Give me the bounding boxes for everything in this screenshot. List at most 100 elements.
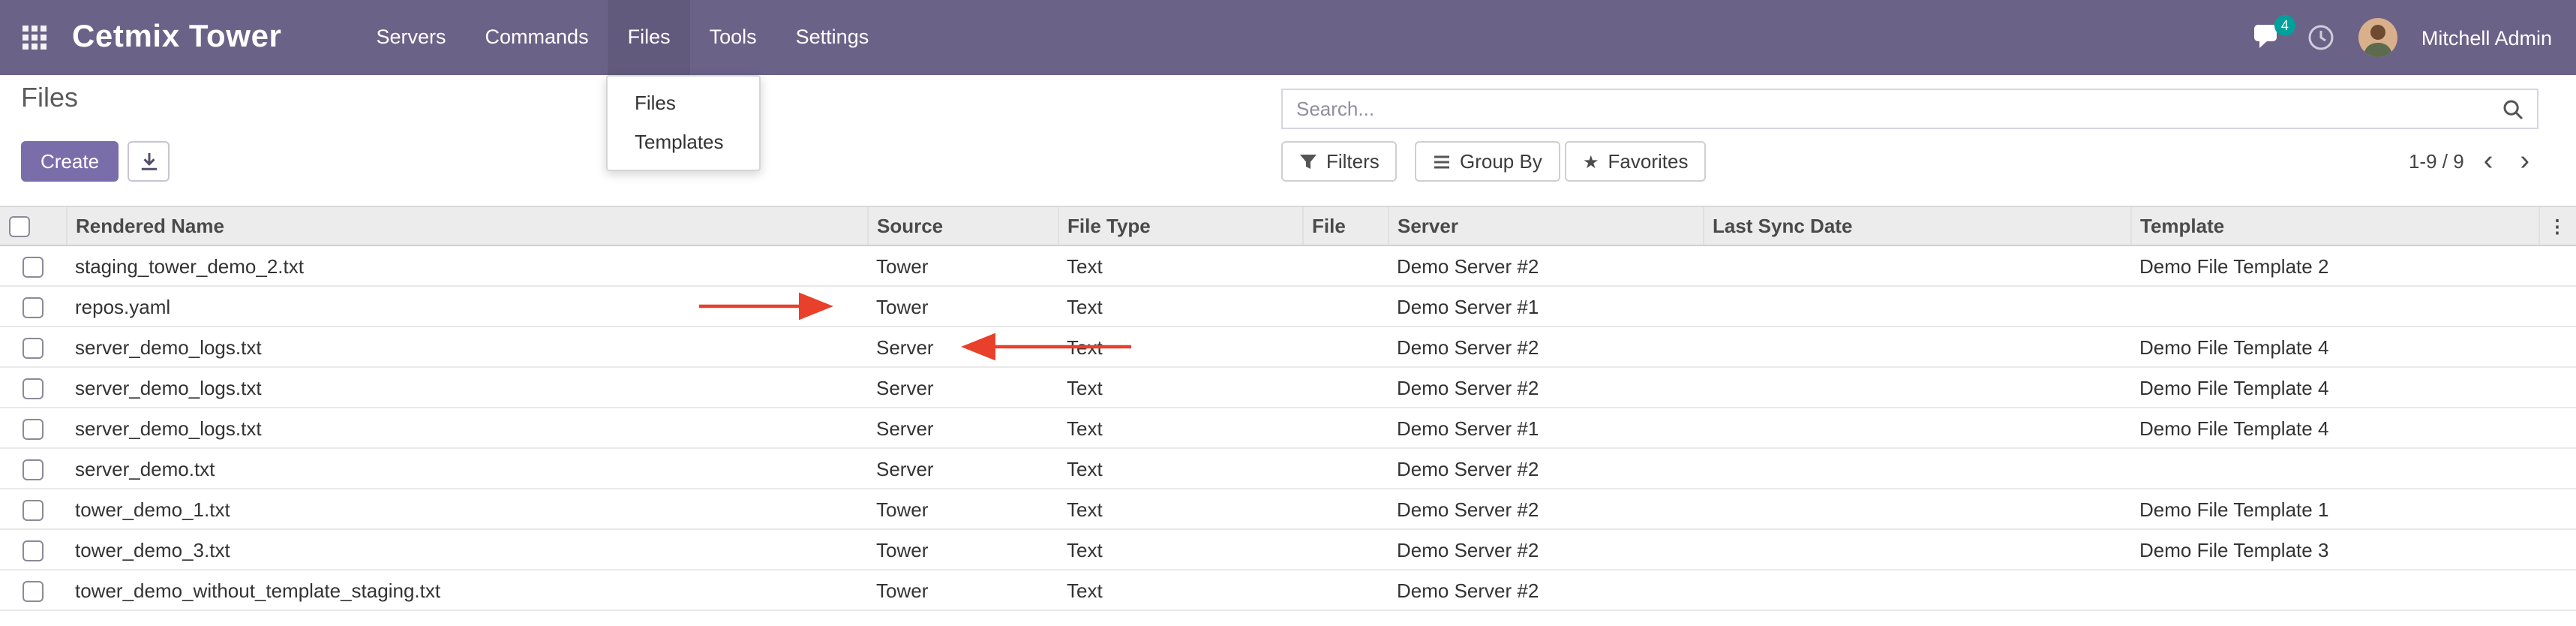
menu-item-commands[interactable]: Commands — [466, 0, 608, 75]
row-checkbox[interactable] — [23, 419, 44, 440]
cell-rendered-name[interactable]: server_demo_logs.txt — [66, 408, 867, 448]
cell-file[interactable] — [1302, 245, 1388, 286]
pager-previous-icon[interactable]: ‹ — [2476, 147, 2501, 176]
table-row[interactable]: tower_demo_without_template_staging.txt … — [0, 570, 2576, 610]
cell-template[interactable]: Demo File Template 4 — [2130, 367, 2538, 408]
cell-template[interactable]: Demo File Template 3 — [2130, 529, 2538, 570]
cell-source[interactable]: Tower — [867, 489, 1058, 529]
table-row[interactable]: server_demo_logs.txt Server Text Demo Se… — [0, 327, 2576, 367]
cell-file-type[interactable]: Text — [1058, 286, 1302, 327]
cell-file[interactable] — [1302, 367, 1388, 408]
table-row[interactable]: server_demo.txt Server Text Demo Server … — [0, 448, 2576, 489]
cell-file-type[interactable]: Text — [1058, 408, 1302, 448]
cell-file-type[interactable]: Text — [1058, 245, 1302, 286]
menu-item-files[interactable]: Files — [608, 0, 690, 75]
row-checkbox[interactable] — [23, 257, 44, 278]
table-row[interactable]: tower_demo_3.txt Tower Text Demo Server … — [0, 529, 2576, 570]
table-row[interactable]: repos.yaml Tower Text Demo Server #1 — [0, 286, 2576, 327]
favorites-button[interactable]: ★ Favorites — [1565, 141, 1706, 182]
filters-button[interactable]: Filters — [1281, 141, 1398, 182]
cell-file-type[interactable]: Text — [1058, 327, 1302, 367]
cell-rendered-name[interactable]: tower_demo_3.txt — [66, 529, 867, 570]
column-header-server[interactable]: Server — [1388, 206, 1703, 245]
cell-server[interactable]: Demo Server #2 — [1388, 489, 1703, 529]
column-header-last-sync-date[interactable]: Last Sync Date — [1703, 206, 2130, 245]
cell-source[interactable]: Tower — [867, 286, 1058, 327]
cell-file[interactable] — [1302, 327, 1388, 367]
cell-template[interactable] — [2130, 570, 2538, 610]
cell-last-sync-date[interactable] — [1703, 489, 2130, 529]
row-checkbox[interactable] — [23, 297, 44, 318]
table-row[interactable]: server_demo_logs.txt Server Text Demo Se… — [0, 367, 2576, 408]
cell-rendered-name[interactable]: repos.yaml — [66, 286, 867, 327]
table-row[interactable]: tower_demo_1.txt Tower Text Demo Server … — [0, 489, 2576, 529]
cell-last-sync-date[interactable] — [1703, 327, 2130, 367]
cell-file[interactable] — [1302, 448, 1388, 489]
cell-file-type[interactable]: Text — [1058, 570, 1302, 610]
cell-last-sync-date[interactable] — [1703, 245, 2130, 286]
column-header-template[interactable]: Template — [2130, 206, 2538, 245]
cell-server[interactable]: Demo Server #2 — [1388, 570, 1703, 610]
table-row[interactable]: server_demo_logs.txt Server Text Demo Se… — [0, 408, 2576, 448]
cell-file-type[interactable]: Text — [1058, 529, 1302, 570]
cell-file[interactable] — [1302, 570, 1388, 610]
cell-server[interactable]: Demo Server #2 — [1388, 367, 1703, 408]
cell-server[interactable]: Demo Server #2 — [1388, 448, 1703, 489]
cell-last-sync-date[interactable] — [1703, 286, 2130, 327]
cell-file-type[interactable]: Text — [1058, 489, 1302, 529]
row-checkbox[interactable] — [23, 459, 44, 480]
cell-file[interactable] — [1302, 529, 1388, 570]
dropdown-item-templates[interactable]: Templates — [608, 123, 759, 162]
cell-file[interactable] — [1302, 489, 1388, 529]
cell-last-sync-date[interactable] — [1703, 570, 2130, 610]
menu-item-servers[interactable]: Servers — [357, 0, 466, 75]
cell-source[interactable]: Server — [867, 327, 1058, 367]
table-row[interactable]: staging_tower_demo_2.txt Tower Text Demo… — [0, 245, 2576, 286]
column-header-source[interactable]: Source — [867, 206, 1058, 245]
column-header-rendered-name[interactable]: Rendered Name — [66, 206, 867, 245]
cell-rendered-name[interactable]: server_demo.txt — [66, 448, 867, 489]
cell-template[interactable]: Demo File Template 1 — [2130, 489, 2538, 529]
menu-item-settings[interactable]: Settings — [776, 0, 889, 75]
cell-source[interactable]: Tower — [867, 570, 1058, 610]
cell-source[interactable]: Server — [867, 408, 1058, 448]
cell-rendered-name[interactable]: tower_demo_1.txt — [66, 489, 867, 529]
column-header-file-type[interactable]: File Type — [1058, 206, 1302, 245]
create-button[interactable]: Create — [21, 141, 119, 182]
cell-last-sync-date[interactable] — [1703, 448, 2130, 489]
cell-server[interactable]: Demo Server #2 — [1388, 529, 1703, 570]
cell-source[interactable]: Server — [867, 367, 1058, 408]
menu-item-tools[interactable]: Tools — [690, 0, 776, 75]
dropdown-item-files[interactable]: Files — [608, 84, 759, 123]
row-checkbox[interactable] — [23, 500, 44, 521]
column-header-file[interactable]: File — [1302, 206, 1388, 245]
apps-grid-icon[interactable] — [15, 18, 54, 57]
cell-server[interactable]: Demo Server #1 — [1388, 408, 1703, 448]
cell-last-sync-date[interactable] — [1703, 529, 2130, 570]
pager-next-icon[interactable]: › — [2512, 147, 2537, 176]
cell-last-sync-date[interactable] — [1703, 408, 2130, 448]
export-button[interactable] — [128, 141, 170, 182]
chat-messages-button[interactable]: 4 — [2253, 24, 2283, 51]
cell-source[interactable]: Tower — [867, 245, 1058, 286]
user-menu[interactable]: Mitchell Admin — [2421, 26, 2552, 49]
cell-template[interactable] — [2130, 448, 2538, 489]
cell-template[interactable]: Demo File Template 4 — [2130, 408, 2538, 448]
cell-file[interactable] — [1302, 286, 1388, 327]
cell-rendered-name[interactable]: staging_tower_demo_2.txt — [66, 245, 867, 286]
cell-file-type[interactable]: Text — [1058, 448, 1302, 489]
cell-template[interactable]: Demo File Template 4 — [2130, 327, 2538, 367]
user-avatar[interactable] — [2358, 18, 2397, 57]
app-brand-title[interactable]: Cetmix Tower — [72, 20, 282, 56]
cell-file-type[interactable]: Text — [1058, 367, 1302, 408]
row-checkbox[interactable] — [23, 378, 44, 399]
activity-clock-button[interactable] — [2307, 24, 2334, 51]
cell-source[interactable]: Server — [867, 448, 1058, 489]
cell-server[interactable]: Demo Server #2 — [1388, 327, 1703, 367]
cell-last-sync-date[interactable] — [1703, 367, 2130, 408]
column-toggle-icon[interactable]: ⋮ — [2538, 206, 2576, 245]
cell-template[interactable]: Demo File Template 2 — [2130, 245, 2538, 286]
row-checkbox[interactable] — [23, 581, 44, 602]
cell-rendered-name[interactable]: server_demo_logs.txt — [66, 327, 867, 367]
row-checkbox[interactable] — [23, 540, 44, 561]
